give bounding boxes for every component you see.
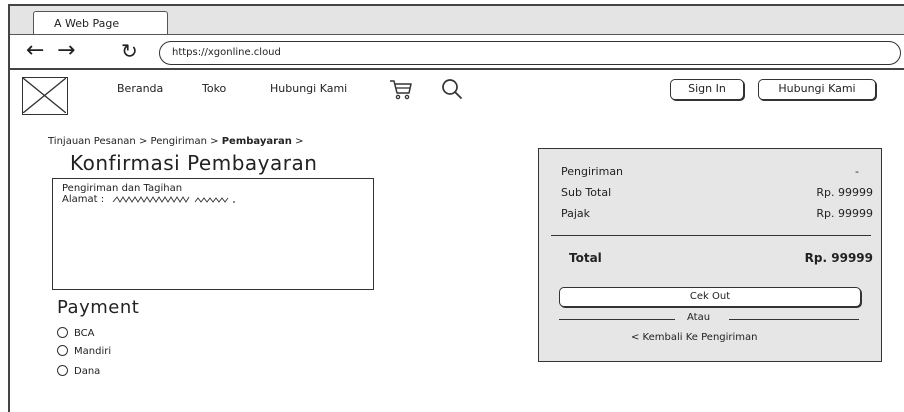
summary-row-value: Rp. 99999 [816,186,873,199]
order-summary-panel: Pengiriman - Sub Total Rp. 99999 Pajak R… [538,148,882,362]
summary-row-label: Sub Total [561,186,612,199]
summary-total-row: Total Rp. 99999 [569,251,873,265]
breadcrumb-separator: > [210,136,219,147]
address-bar[interactable]: https://xgonline.cloud [159,41,901,65]
contact-button[interactable]: Hubungi Kami [758,79,876,100]
page-title: Konfirmasi Pembayaran [70,151,318,175]
nav-link-toko[interactable]: Toko [202,82,226,95]
search-icon[interactable] [440,78,464,104]
total-value: Rp. 99999 [804,251,873,265]
sign-in-button[interactable]: Sign In [670,79,744,100]
summary-row-label: Pengiriman [561,165,624,178]
image-placeholder-icon[interactable] [22,77,68,115]
breadcrumb-separator: > [138,136,148,147]
payment-option-label: Dana [74,366,101,377]
cart-icon[interactable] [389,78,413,104]
total-label: Total [569,251,602,265]
summary-row-value: Rp. 99999 [816,207,873,220]
address-scribble [112,195,236,203]
browser-chrome: A Web Page ← → ↻ https://xgonline.cloud [8,4,904,70]
nav-link-beranda[interactable]: Beranda [117,82,163,95]
browser-toolbar: ← → ↻ https://xgonline.cloud [10,34,904,70]
radio-circle-icon[interactable] [57,364,68,376]
summary-row-value: - [855,165,859,178]
payment-option-dana[interactable]: Dana [57,364,101,379]
payment-option-label: Mandiri [74,346,112,357]
url-text: https://xgonline.cloud [172,47,281,58]
contact-button-label: Hubungi Kami [778,82,856,95]
payment-option-label: BCA [74,328,95,339]
tab-title: A Web Page [54,17,120,30]
breadcrumb: Tinjauan Pesanan > Pengiriman > Pembayar… [48,136,303,147]
payment-title: Payment [57,297,140,318]
payment-option-bca[interactable]: BCA [57,326,95,341]
sign-in-label: Sign In [688,82,726,95]
radio-circle-icon[interactable] [57,326,68,338]
summary-row-label: Pajak [561,207,591,220]
or-divider-right [729,319,859,320]
breadcrumb-item-pengiriman[interactable]: Pengiriman [151,136,207,147]
forward-arrow-icon[interactable]: → [57,38,75,64]
or-text: Atau [687,312,711,323]
reload-icon[interactable]: ↻ [121,38,138,64]
breadcrumb-item-tinjauan-pesanan[interactable]: Tinjauan Pesanan [48,136,136,147]
address-label: Alamat : [62,194,105,205]
info-heading: Pengiriman dan Tagihan [62,183,183,194]
payment-option-mandiri[interactable]: Mandiri [57,344,112,359]
address-line: Alamat : [62,194,373,205]
radio-circle-icon[interactable] [57,344,68,356]
summary-row-pajak: Pajak Rp. 99999 [561,207,873,220]
back-arrow-icon[interactable]: ← [26,38,44,64]
back-to-shipping-link[interactable]: < Kembali Ke Pengiriman [631,332,758,343]
nav-link-hubungi-kami[interactable]: Hubungi Kami [270,82,347,95]
breadcrumb-item-pembayaran[interactable]: Pembayaran [222,136,292,147]
or-divider-left [559,319,675,320]
breadcrumb-separator: > [295,136,304,147]
browser-tab[interactable]: A Web Page [33,11,168,35]
checkout-label: Cek Out [689,291,731,302]
summary-divider [551,235,871,236]
shipping-billing-box: Pengiriman dan Tagihan Alamat : [52,178,374,290]
summary-row-subtotal: Sub Total Rp. 99999 [561,186,873,199]
checkout-button[interactable]: Cek Out [559,287,861,307]
summary-row-pengiriman: Pengiriman - [561,165,873,178]
